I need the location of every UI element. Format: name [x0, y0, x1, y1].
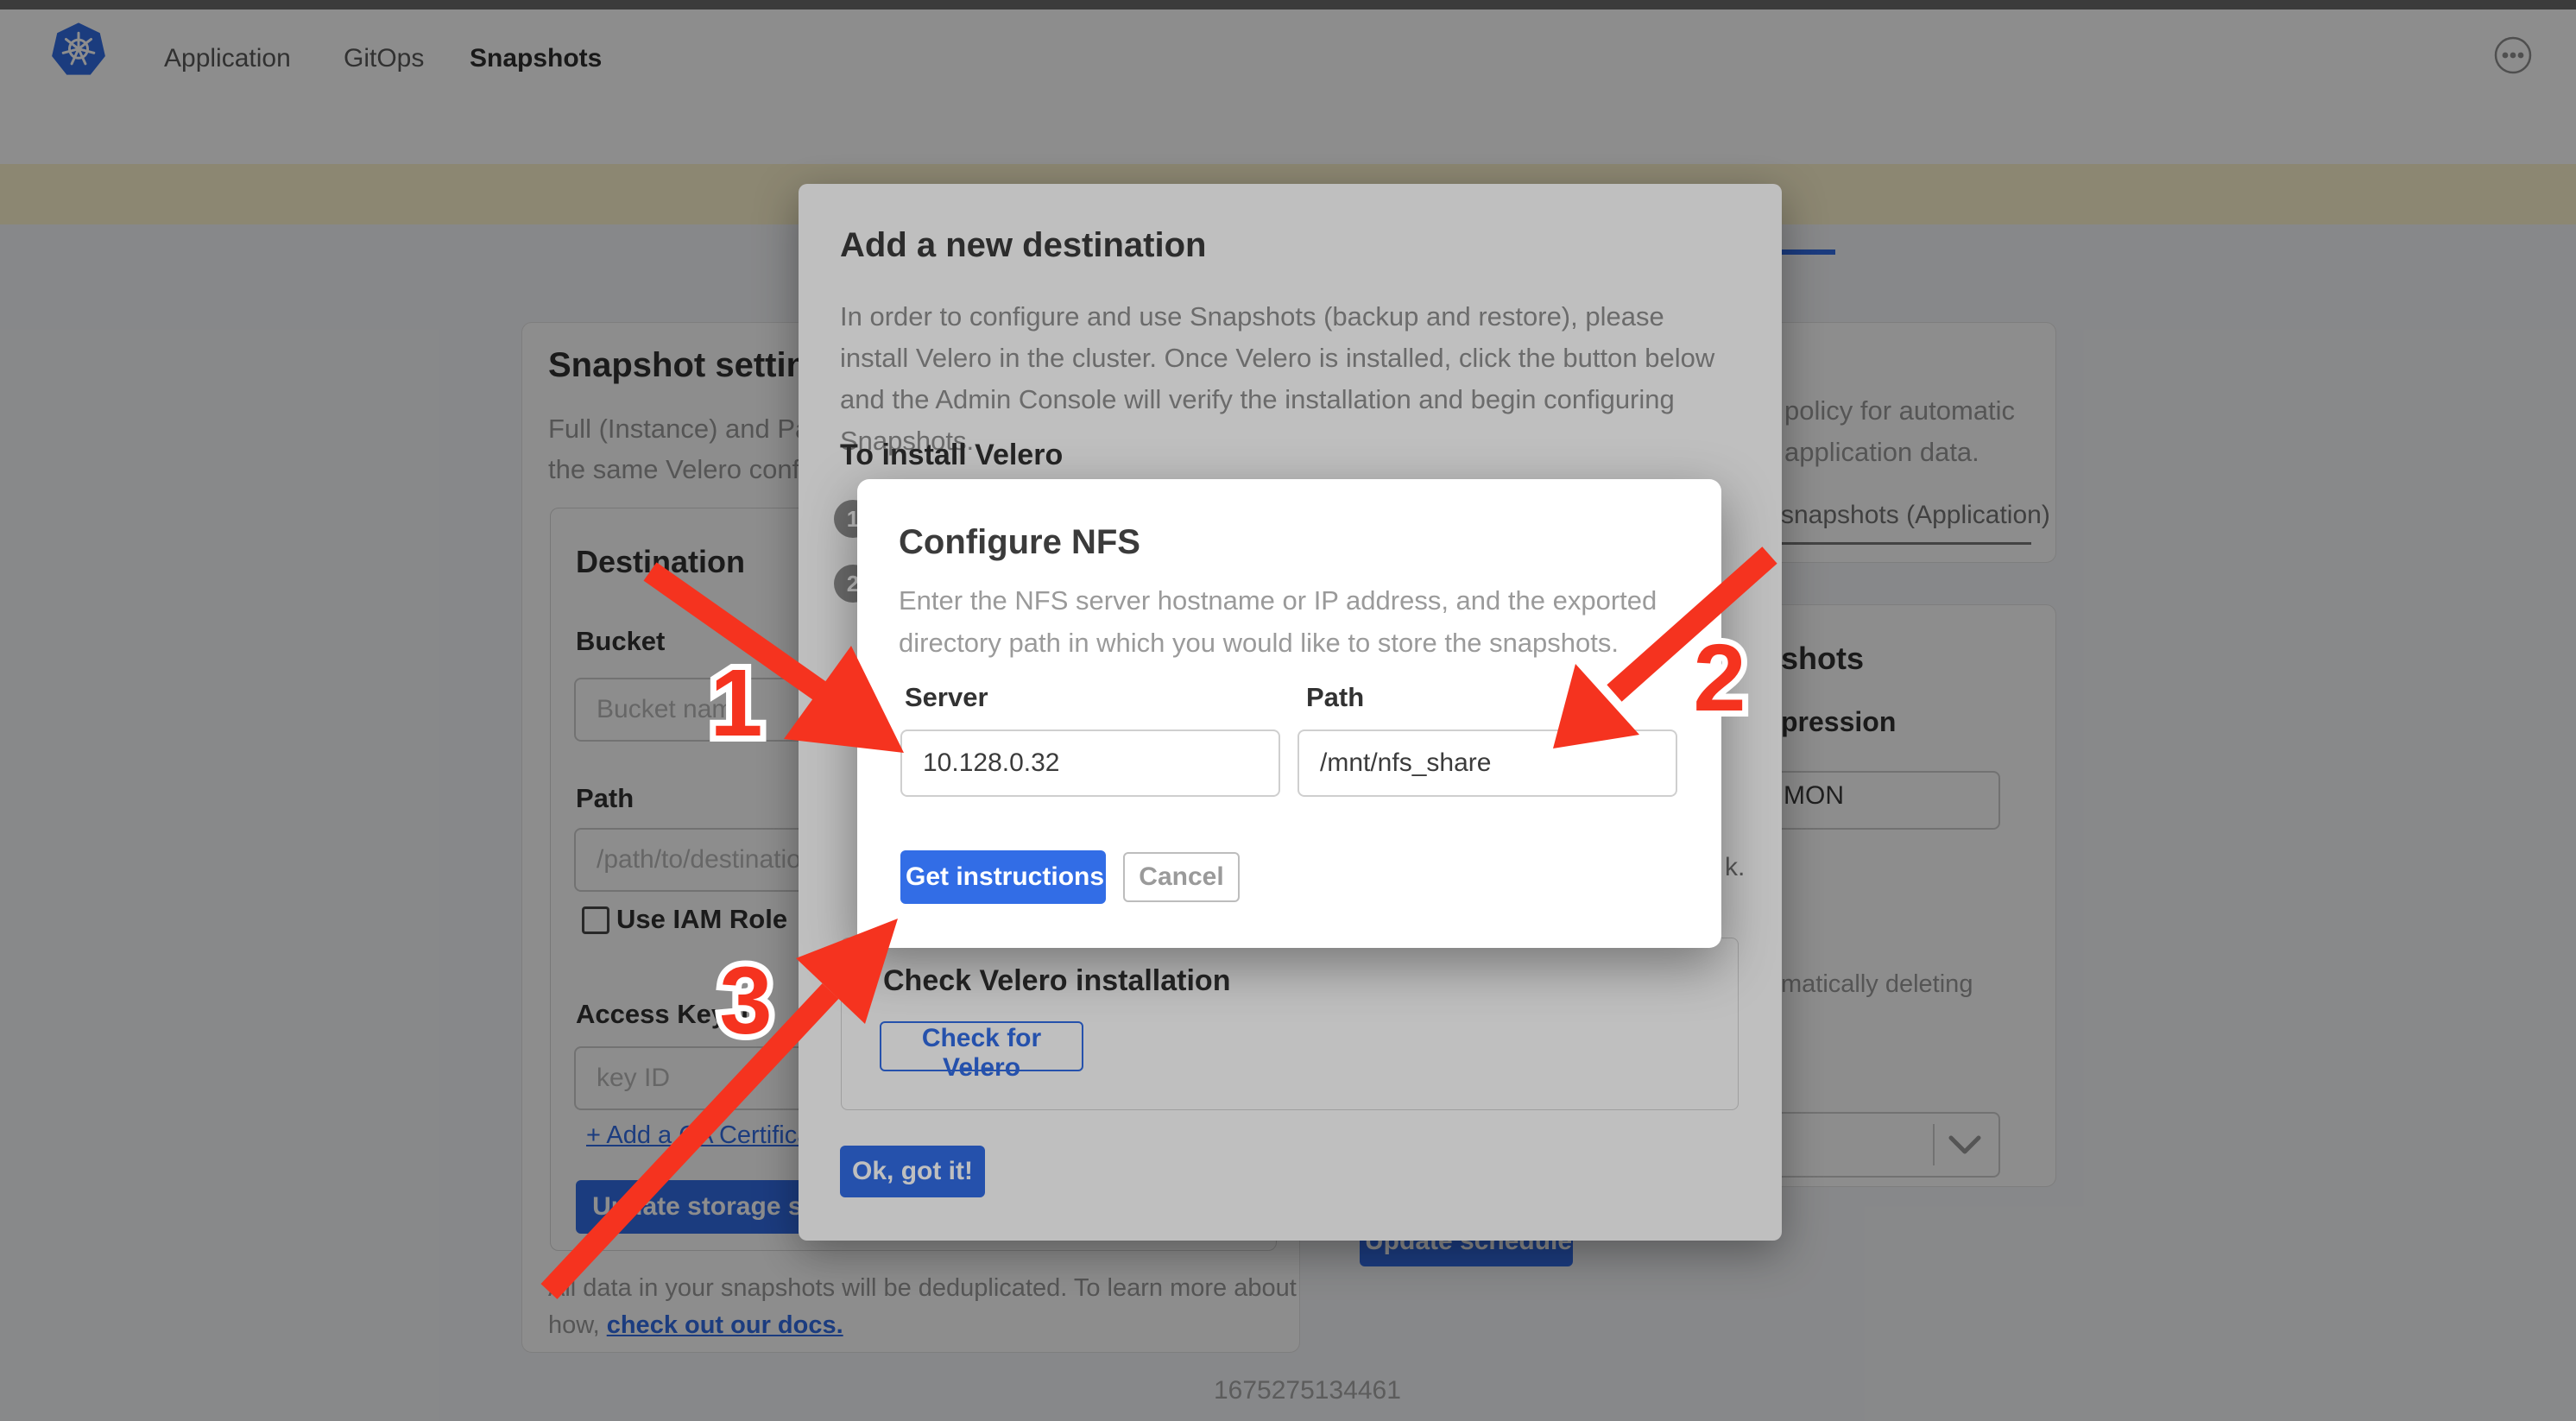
configure-nfs-modal: Configure NFS Enter the NFS server hostn…	[857, 479, 1721, 948]
nfs-path-input[interactable]	[1297, 729, 1677, 797]
cancel-button[interactable]: Cancel	[1123, 852, 1240, 902]
configure-nfs-title: Configure NFS	[899, 523, 1140, 562]
server-label: Server	[905, 682, 988, 713]
nfs-path-label: Path	[1306, 682, 1364, 713]
get-instructions-button[interactable]: Get instructions	[900, 850, 1106, 904]
configure-nfs-description: Enter the NFS server hostname or IP addr…	[899, 579, 1684, 664]
app-root: Application GitOps Snapshots Full Snapsh…	[0, 0, 2576, 1421]
server-input[interactable]	[900, 729, 1280, 797]
